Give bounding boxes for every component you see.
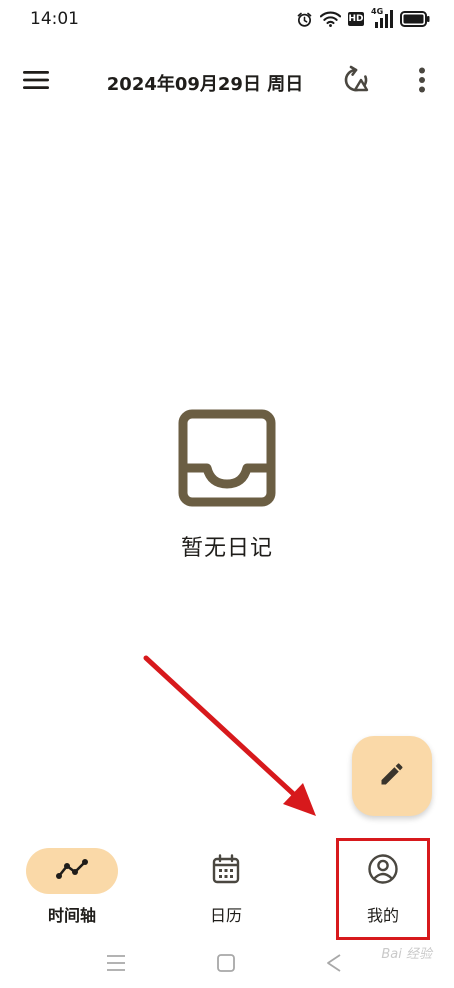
calendar-icon: [212, 854, 240, 888]
timeline-icon: [56, 858, 88, 884]
hd-badge: HD: [348, 12, 364, 26]
nav-pill-mine: [343, 848, 423, 894]
nav-label-timeline: 时间轴: [47, 906, 96, 925]
watermark-text: Bai 经验: [381, 947, 432, 962]
wifi-icon: [320, 11, 341, 27]
status-bar: 14:01 HD 4G: [0, 0, 454, 38]
recents-icon: [106, 954, 126, 976]
nav-label-mine: 我的: [366, 906, 399, 925]
home-icon: [216, 953, 236, 977]
sync-button[interactable]: [334, 60, 378, 104]
nav-item-mine[interactable]: 我的: [336, 838, 430, 938]
back-icon: [325, 953, 343, 977]
sync-icon: [340, 64, 372, 100]
signal-4g-icon: 4G: [371, 7, 393, 28]
profile-icon: [367, 853, 399, 889]
empty-state: 暂无日记: [0, 408, 454, 562]
recents-button[interactable]: [100, 952, 132, 978]
more-options-button[interactable]: [400, 60, 444, 104]
back-button[interactable]: [318, 952, 350, 978]
status-time: 14:01: [30, 9, 79, 29]
new-diary-fab[interactable]: [352, 736, 432, 816]
battery-icon: [400, 11, 430, 27]
alarm-icon: [296, 11, 313, 28]
inbox-tray-icon: [0, 408, 454, 508]
nav-pill-timeline: [26, 848, 118, 894]
pencil-icon: [378, 760, 406, 792]
status-icons: HD 4G: [296, 7, 430, 30]
nav-pill-calendar: [180, 848, 272, 894]
nav-label-calendar: 日历: [209, 906, 242, 925]
home-button[interactable]: [210, 952, 242, 978]
nav-item-calendar[interactable]: 日历: [154, 838, 304, 938]
top-app-bar: 2024年09月29日 周日: [0, 52, 454, 112]
more-vertical-icon: [418, 67, 426, 97]
page-title[interactable]: 2024年09月29日 周日: [0, 70, 454, 96]
bottom-navigation: 时间轴 日历 我的: [0, 838, 454, 938]
nav-item-timeline[interactable]: 时间轴: [0, 838, 150, 938]
empty-state-text: 暂无日记: [180, 536, 273, 561]
